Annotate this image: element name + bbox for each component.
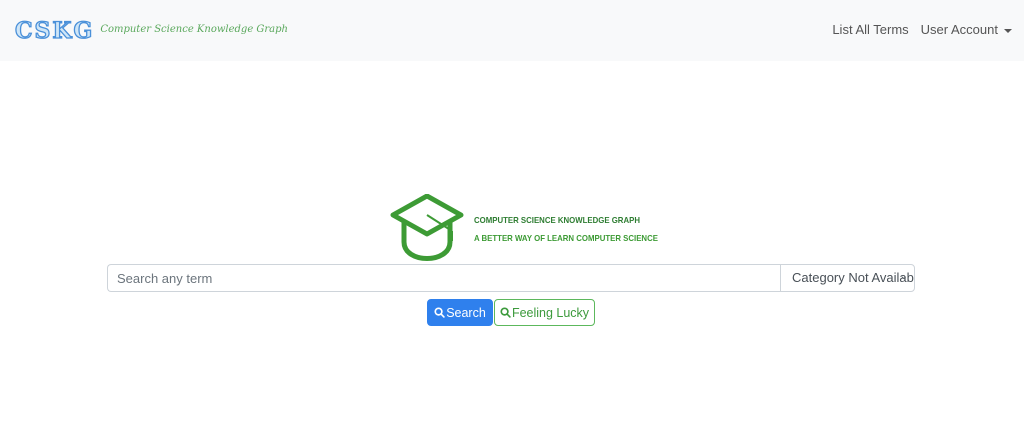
feeling-lucky-button[interactable]: Feeling Lucky bbox=[494, 299, 595, 326]
nav-links: List All Terms User Account bbox=[820, 22, 1012, 37]
search-button[interactable]: Search bbox=[427, 299, 493, 326]
category-selected-value: Category Not Available bbox=[792, 270, 915, 285]
brand-subtitle: Computer Science Knowledge Graph bbox=[100, 24, 288, 35]
search-button-label: Search bbox=[446, 305, 486, 320]
graduation-cap-icon bbox=[390, 194, 464, 261]
user-account-label: User Account bbox=[920, 22, 998, 37]
brand[interactable]: CSKG Computer Science Knowledge Graph bbox=[14, 18, 288, 43]
feeling-lucky-label: Feeling Lucky bbox=[511, 305, 590, 320]
category-select[interactable]: Category Not Available ⌄ bbox=[780, 264, 915, 292]
nav-user-account-dropdown[interactable]: User Account bbox=[921, 22, 1012, 37]
hero-logo: COMPUTER SCIENCE KNOWLEDGE GRAPH A BETTE… bbox=[389, 194, 658, 264]
hero-title: COMPUTER SCIENCE KNOWLEDGE GRAPH bbox=[474, 215, 640, 225]
nav-list-all-terms[interactable]: List All Terms bbox=[832, 22, 908, 37]
hero-tagline: A BETTER WAY OF LEARN COMPUTER SCIENCE bbox=[474, 233, 658, 243]
caret-down-icon bbox=[1004, 28, 1012, 33]
chevron-down-icon: ⌄ bbox=[899, 271, 908, 282]
search-icon bbox=[434, 307, 445, 318]
brand-logo[interactable]: CSKG bbox=[14, 18, 94, 43]
search-input[interactable] bbox=[107, 264, 780, 292]
navbar: CSKG Computer Science Knowledge Graph Li… bbox=[0, 0, 1024, 61]
search-icon bbox=[500, 307, 511, 318]
